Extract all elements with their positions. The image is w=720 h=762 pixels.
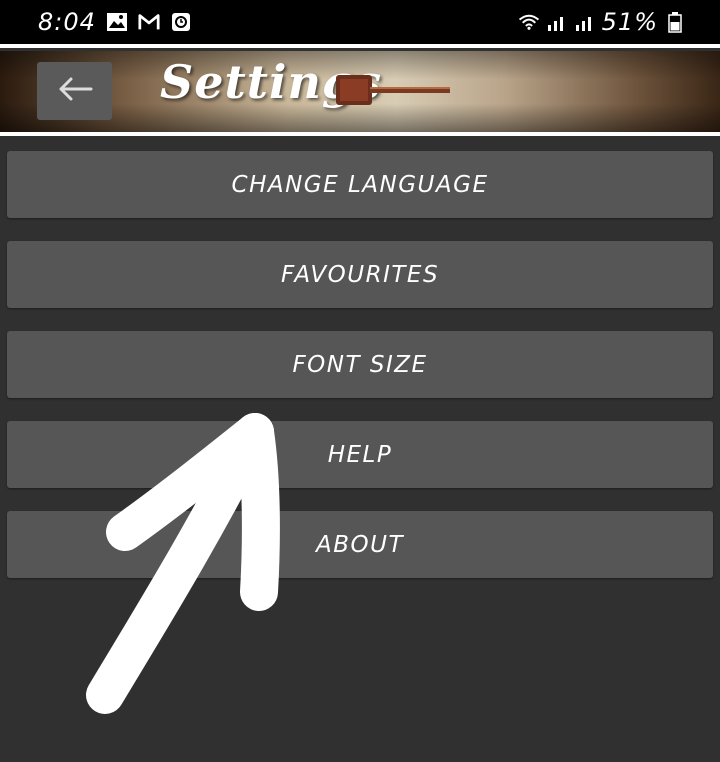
battery-icon xyxy=(664,11,686,33)
status-time: 8:04 xyxy=(38,8,96,36)
battery-percent: 51% xyxy=(601,8,658,36)
gallery-icon xyxy=(106,11,128,33)
font-size-label: FONT SIZE xyxy=(292,351,428,378)
help-label: HELP xyxy=(327,441,393,468)
header-bottom-border xyxy=(0,132,720,136)
status-left: 8:04 xyxy=(38,6,192,38)
wifi-icon xyxy=(518,11,540,33)
favourites-button[interactable]: FAVOURITES xyxy=(7,241,713,308)
about-button[interactable]: ABOUT xyxy=(7,511,713,578)
back-button[interactable] xyxy=(37,62,112,120)
about-label: ABOUT xyxy=(316,531,404,558)
header-top-border xyxy=(0,44,720,48)
change-language-label: CHANGE LANGUAGE xyxy=(231,171,489,198)
arrow-left-icon xyxy=(55,74,95,108)
gavel-image xyxy=(336,71,456,115)
signal-icon xyxy=(574,11,596,33)
help-button[interactable]: HELP xyxy=(7,421,713,488)
signal-icon xyxy=(546,11,568,33)
change-language-button[interactable]: CHANGE LANGUAGE xyxy=(7,151,713,218)
status-bar: 8:04 51% xyxy=(0,0,720,44)
font-size-button[interactable]: FONT SIZE xyxy=(7,331,713,398)
app-header: Settings xyxy=(0,51,720,132)
gmail-icon xyxy=(138,11,160,33)
status-right: 51% xyxy=(518,6,686,38)
favourites-label: FAVOURITES xyxy=(280,261,440,288)
clock-app-icon xyxy=(170,11,192,33)
